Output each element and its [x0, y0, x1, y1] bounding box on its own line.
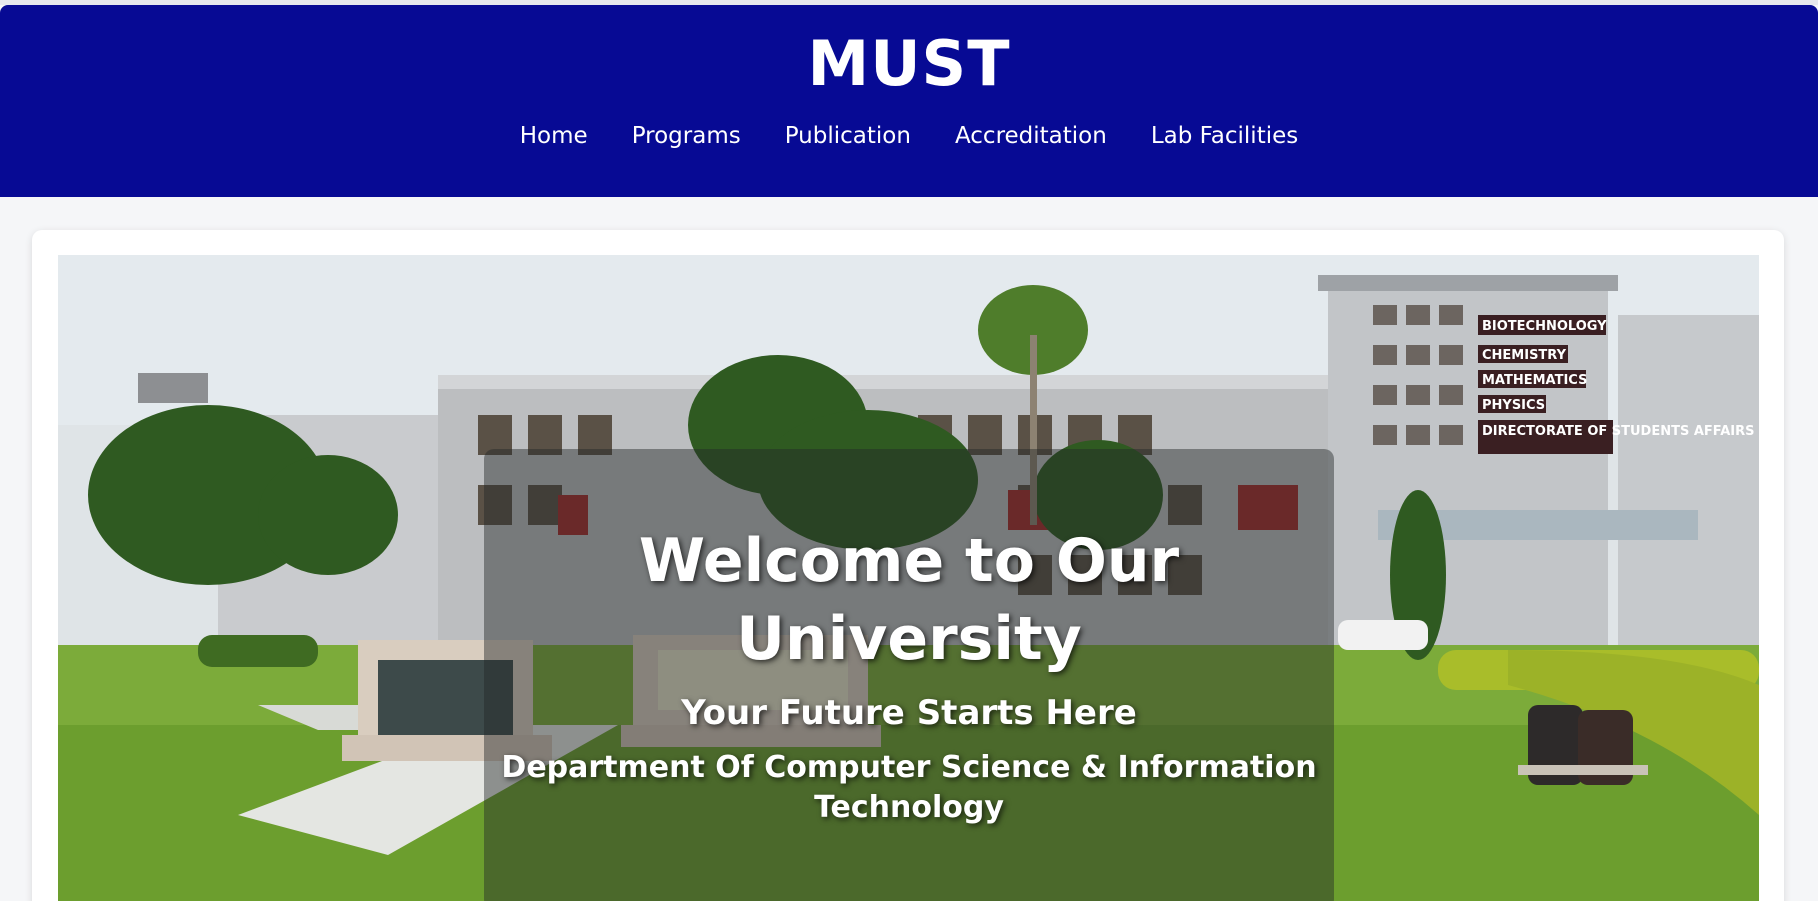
- nav-link-accreditation[interactable]: Accreditation: [953, 121, 1109, 151]
- nav-link-publication[interactable]: Publication: [783, 121, 913, 151]
- page: MUST Home Programs Publication Accredita…: [0, 0, 1818, 901]
- hero-department: Department Of Computer Science & Informa…: [501, 750, 1317, 825]
- sign-physics: PHYSICS: [1482, 398, 1545, 413]
- sign-mathematics: MATHEMATICS: [1482, 373, 1587, 388]
- site-header: MUST Home Programs Publication Accredita…: [0, 5, 1818, 197]
- site-brand[interactable]: MUST: [0, 27, 1818, 100]
- nav-link-lab-facilities[interactable]: Lab Facilities: [1149, 121, 1300, 151]
- nav-link-home[interactable]: Home: [518, 121, 590, 151]
- hero-headline: Welcome to Our University: [638, 526, 1180, 674]
- sign-chemistry: CHEMISTRY: [1482, 348, 1567, 363]
- sign-directorate: DIRECTORATE OF STUDENTS AFFAIRS: [1482, 424, 1754, 439]
- main-nav: Home Programs Publication Accreditation …: [0, 121, 1818, 151]
- nav-link-programs[interactable]: Programs: [630, 121, 743, 151]
- hero-tagline: Your Future Starts Here: [681, 693, 1137, 733]
- sign-biotechnology: BIOTECHNOLOGY: [1482, 319, 1607, 334]
- hero-banner: BIOTECHNOLOGY CHEMISTRY MATHEMATICS PHYS…: [58, 255, 1759, 901]
